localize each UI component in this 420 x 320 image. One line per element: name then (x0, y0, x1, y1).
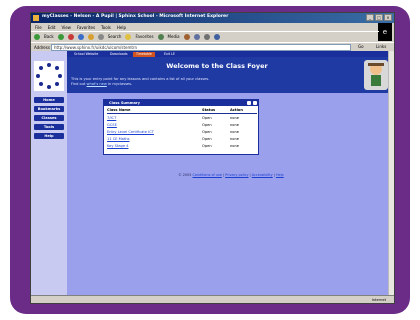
class-link[interactable]: GCSE (107, 123, 117, 127)
media-icon[interactable] (157, 33, 164, 40)
intro-suffix: in myclasses. (107, 82, 133, 86)
vertical-scrollbar[interactable] (388, 51, 394, 297)
menu-help[interactable]: Help (117, 25, 126, 30)
column-header-status[interactable]: Status (202, 108, 215, 112)
media-button[interactable]: Media (168, 34, 180, 39)
intro-line-2: Find out what's new in myclasses. (71, 82, 331, 87)
address-input[interactable]: http://www.sphinx.fr/uikdc/ulcom/stemtrn (51, 44, 351, 51)
copyright-text: © 2005 (178, 173, 192, 177)
panel-title: Class Summary (109, 101, 140, 105)
maximize-button[interactable]: □ (375, 14, 383, 21)
close-button[interactable]: × (384, 14, 392, 21)
class-status: Open (202, 123, 212, 127)
logo-dot (55, 66, 59, 70)
panel-header: Class Summary (104, 100, 258, 106)
title-bar: myClasses - Nelson - A Pupil | Sphinx Sc… (31, 13, 394, 23)
class-link[interactable]: Entry Level Certificate ICT (107, 130, 154, 134)
figure-icon (368, 63, 384, 86)
print-icon[interactable] (203, 33, 210, 40)
page-footer: © 2005 Conditions of use | Privacy polic… (178, 173, 284, 177)
nav-bookmarks-button[interactable]: Bookmarks (34, 106, 64, 112)
nav-classes-button[interactable]: Classes (34, 115, 64, 121)
nav-help-button[interactable]: Help (34, 133, 64, 139)
footer-link-privacy[interactable]: Privacy policy (225, 173, 248, 177)
class-status: Open (202, 130, 212, 134)
class-action: none (230, 144, 239, 148)
footer-link-accessibility[interactable]: Accessibility (252, 173, 273, 177)
intro-prefix: Find out (71, 82, 86, 86)
windows-logo-icon: e (378, 23, 392, 41)
back-arrow-icon[interactable] (34, 33, 40, 40)
footer-link-conditions[interactable]: Conditions of use (192, 173, 221, 177)
refresh-icon[interactable] (77, 33, 84, 40)
column-header-action[interactable]: Action (230, 108, 243, 112)
class-action: none (230, 137, 239, 141)
address-label: Address (34, 45, 50, 50)
menu-edit[interactable]: Edit (48, 25, 56, 30)
welcome-banner: Welcome to the Class Foyer This is your … (67, 57, 394, 93)
menu-bar: File Edit View Favorites Tools Help (31, 23, 394, 31)
back-button[interactable]: Back (44, 34, 54, 39)
go-button[interactable]: Go (358, 44, 364, 49)
class-link[interactable]: 11 CE Maths (107, 137, 130, 141)
search-button[interactable]: Search (108, 34, 122, 39)
window-title: myClasses - Nelson - A Pupil | Sphinx Sc… (42, 14, 229, 19)
home-icon[interactable] (87, 33, 94, 40)
search-icon[interactable] (97, 33, 104, 40)
menu-favorites[interactable]: Favorites (77, 25, 95, 30)
school-logo (34, 61, 64, 91)
nav-home-button[interactable]: Home (34, 97, 64, 103)
forward-arrow-icon[interactable] (57, 33, 64, 40)
class-link[interactable]: 7/ICT (107, 116, 116, 120)
class-action: none (230, 130, 239, 134)
stop-icon[interactable] (67, 33, 74, 40)
footer-link-help[interactable]: Help (276, 173, 284, 177)
logo-dot (39, 82, 43, 86)
menu-view[interactable]: View (61, 25, 71, 30)
whats-new-link[interactable]: what's new (87, 82, 107, 86)
minimize-button[interactable]: _ (366, 14, 374, 21)
security-zone: Internet (371, 298, 386, 302)
nav-tools-button[interactable]: Tools (34, 124, 64, 130)
left-sidebar: Home Bookmarks Classes Tools Help (31, 51, 67, 297)
logo-dot (47, 63, 51, 67)
favorites-icon[interactable] (125, 33, 132, 40)
history-icon[interactable] (183, 33, 190, 40)
menu-tools[interactable]: Tools (101, 25, 111, 30)
column-header-class-name[interactable]: Class Name (107, 108, 130, 112)
menu-file[interactable]: File (35, 25, 42, 30)
favorites-button[interactable]: Favorites (135, 34, 153, 39)
class-status: Open (202, 116, 212, 120)
class-status: Open (202, 144, 212, 148)
status-bar: Internet (31, 295, 394, 303)
class-action: none (230, 123, 239, 127)
panel-close-icon[interactable] (253, 101, 257, 105)
browser-window: myClasses - Nelson - A Pupil | Sphinx Sc… (30, 12, 395, 304)
edit-icon[interactable] (213, 33, 220, 40)
intro-text: This is your entry point for any lessons… (71, 77, 331, 87)
page-content: Home Bookmarks Classes Tools Help School… (31, 51, 394, 297)
logo-dot (36, 74, 40, 78)
logo-dot (39, 66, 43, 70)
cartoon-illustration (364, 60, 388, 90)
ie-app-icon (33, 15, 39, 21)
logo-dot (55, 82, 59, 86)
class-link[interactable]: Key Stage 4 (107, 144, 128, 148)
address-bar: Address http://www.sphinx.fr/uikdc/ulcom… (31, 42, 394, 51)
class-status: Open (202, 137, 212, 141)
logo-dot (58, 74, 62, 78)
standard-toolbar: Back Search Favorites Media (31, 31, 379, 41)
class-action: none (230, 116, 239, 120)
logo-dot (47, 85, 51, 89)
header-divider (107, 113, 257, 114)
links-button[interactable]: Links (376, 44, 386, 49)
page-title: Welcome to the Class Foyer (166, 62, 268, 70)
class-summary-panel: Class Summary Class Name Status Action 7… (103, 99, 259, 155)
panel-minimize-icon[interactable] (247, 101, 251, 105)
mail-icon[interactable] (193, 33, 200, 40)
